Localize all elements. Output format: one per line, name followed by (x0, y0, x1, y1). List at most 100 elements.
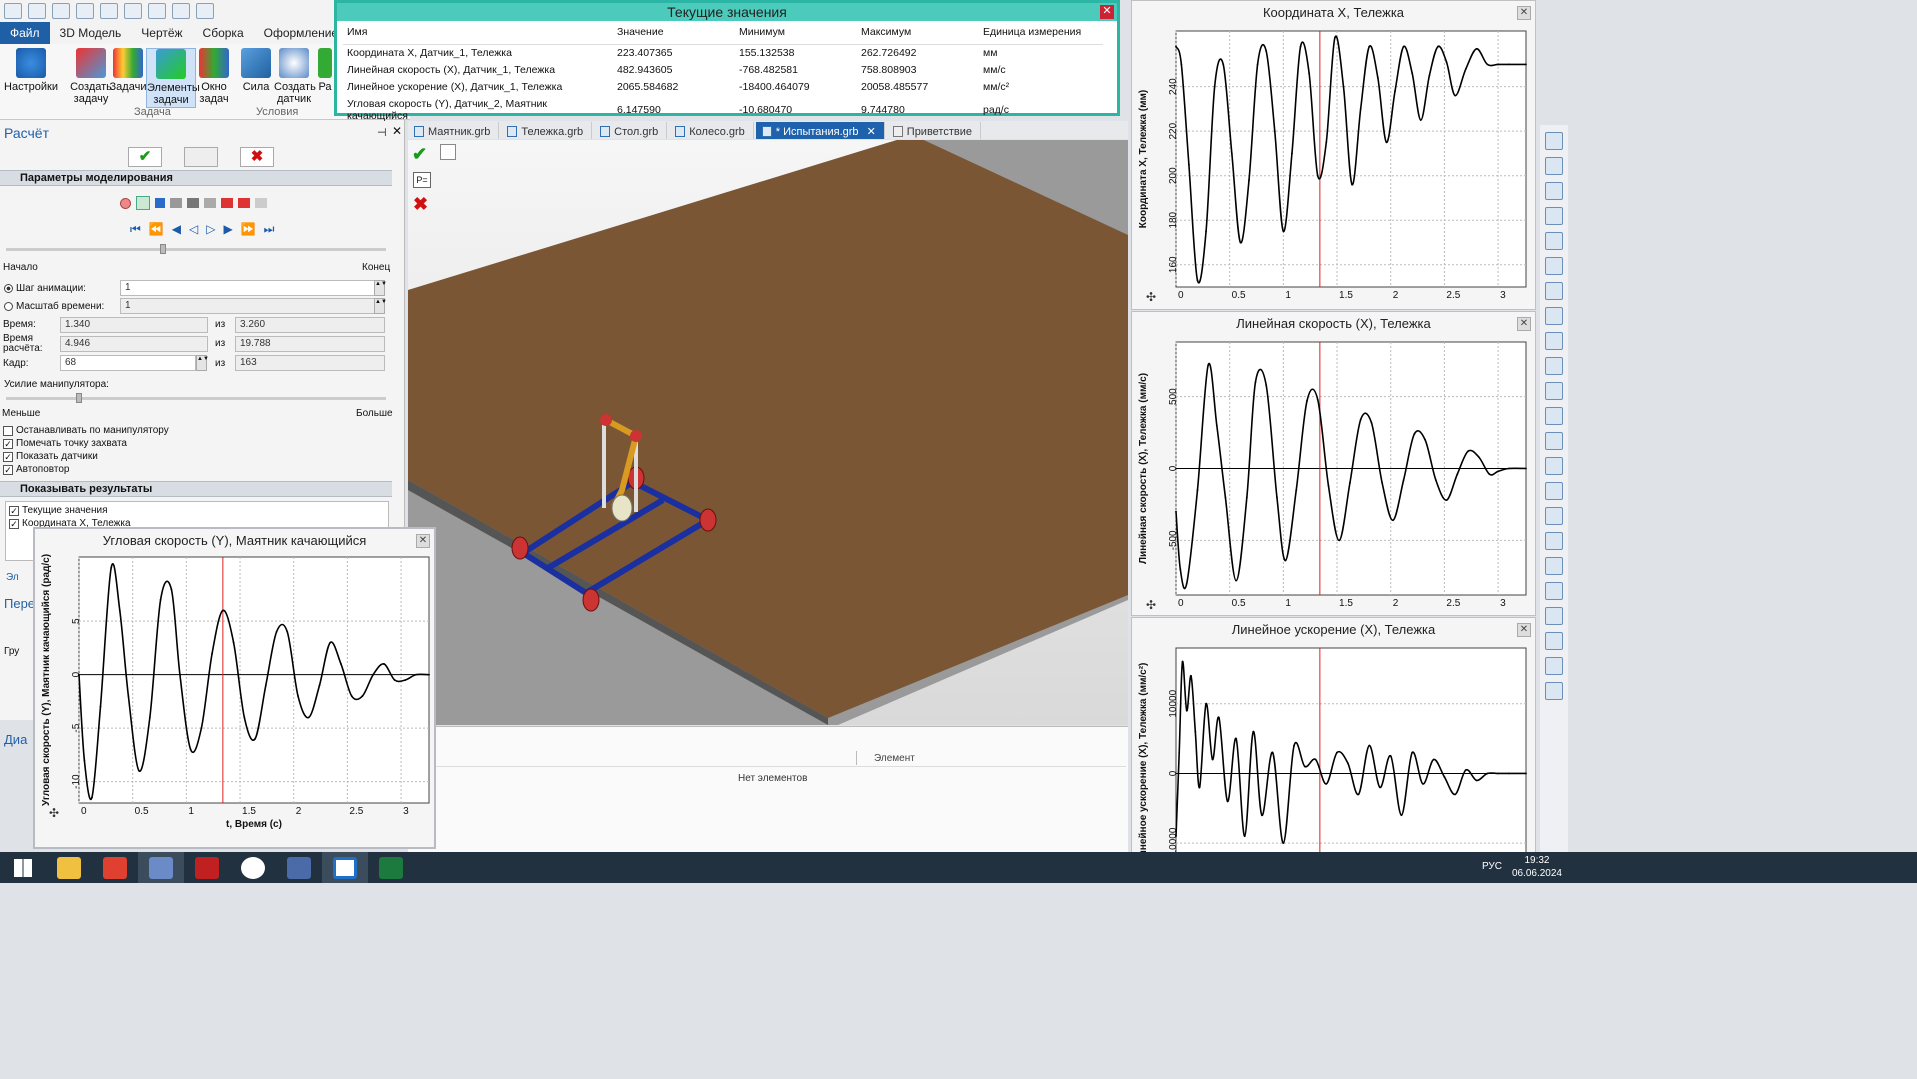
cancel-icon[interactable]: ✖ (413, 194, 428, 215)
frame-spinner[interactable]: ▲▼ (196, 355, 209, 371)
magnet-icon[interactable] (1545, 157, 1563, 175)
snap-icon[interactable] (1545, 182, 1563, 200)
close-icon[interactable]: ✕ (1517, 317, 1531, 331)
result-current-values[interactable]: ✓ Текущие значения (9, 504, 385, 517)
fit-icon[interactable] (1545, 307, 1563, 325)
go-end-icon[interactable] (238, 198, 250, 208)
app-icon[interactable] (4, 3, 22, 19)
opt-show-sensors[interactable]: ✓ Показать датчики (3, 450, 169, 463)
manip-force-slider[interactable] (6, 397, 386, 400)
redo-icon[interactable] (172, 3, 190, 19)
settings-button[interactable]: Настройки (4, 48, 58, 93)
undo-icon[interactable] (148, 3, 166, 19)
clock[interactable]: 19:32 06.06.2024 (1512, 854, 1562, 880)
force-button[interactable]: Сила (238, 48, 274, 93)
close-panel-icon[interactable]: ✕ (392, 124, 402, 138)
rec-icon[interactable] (255, 198, 267, 208)
open-document-icon[interactable] (76, 3, 94, 19)
play-icon[interactable] (136, 196, 150, 210)
first-frame-icon[interactable]: ⏮ (130, 222, 141, 237)
task-elements-button[interactable]: Элементы задачи (146, 48, 200, 108)
light-icon[interactable] (1545, 557, 1563, 575)
film-icon[interactable] (170, 198, 182, 208)
table-row[interactable]: Линейное ускорение (X), Датчик_1, Тележк… (343, 79, 1103, 96)
taskbar-excel[interactable] (368, 852, 414, 883)
save-icon[interactable] (100, 3, 118, 19)
view-icon[interactable] (1545, 132, 1563, 150)
settings-small-icon[interactable] (1545, 682, 1563, 700)
close-icon[interactable]: ✕ (1517, 623, 1531, 637)
doc-tab-wheel[interactable]: Колесо.grb (669, 122, 754, 139)
opt-mark-grab-point[interactable]: ✓ Помечать точку захвата (3, 437, 169, 450)
graph-ang-vel[interactable]: 0 0.5 1 1.5 2 2.5 3 5 0 -5 -10 Угловая скорость (Y)… (35, 553, 435, 848)
frame-input[interactable]: 68 (60, 355, 196, 371)
tab-assembly[interactable]: Сборка (193, 22, 254, 44)
wireframe-icon[interactable] (1545, 507, 1563, 525)
3d-viewport[interactable]: ✔ P= ✖ (408, 140, 1128, 725)
taskbar-explorer[interactable] (46, 852, 92, 883)
taskbar-yandex[interactable] (230, 852, 276, 883)
parameters-icon[interactable]: P= (413, 172, 431, 188)
cube-face-icon[interactable] (1545, 457, 1563, 475)
tasks-button[interactable]: Задачи (106, 48, 150, 93)
last-frame-icon[interactable]: ⏭ (264, 222, 275, 237)
doc-tab-tests[interactable]: * Испытания.grb ✕ (755, 122, 885, 139)
timeline-slider[interactable] (6, 248, 386, 251)
taskbar-app-3[interactable] (138, 852, 184, 883)
camera-view-icon[interactable] (1545, 657, 1563, 675)
camera-icon[interactable] (187, 198, 199, 208)
video-icon[interactable] (204, 198, 216, 208)
task-window-button[interactable]: Окно задач (196, 48, 232, 105)
measure-icon[interactable] (1545, 207, 1563, 225)
section-icon[interactable] (1545, 407, 1563, 425)
graph-coord-x[interactable]: 0 0.5 1 1.5 2 2.5 3 160 180 200 220 240 Координата X… (1132, 25, 1537, 311)
zoom-window-icon[interactable] (1545, 282, 1563, 300)
opt-autorepeat[interactable]: ✓ Автоповтор (3, 463, 169, 476)
close-tab-icon[interactable]: ✕ (867, 125, 876, 138)
go-start-icon[interactable] (221, 198, 233, 208)
section-sim-params[interactable]: Параметры моделирования (0, 170, 392, 186)
doc-tab-table[interactable]: Стол.grb (594, 122, 668, 139)
anim-step-input[interactable]: 1 (120, 280, 376, 296)
anim-step-spinner[interactable]: ▲▼ (374, 280, 387, 296)
zoom-out-icon[interactable] (1545, 357, 1563, 375)
doc-tab-welcome[interactable]: Приветствие (887, 122, 981, 139)
record-icon[interactable] (120, 197, 131, 209)
table-row[interactable]: Координата X, Датчик_1, Тележка 223.40736… (343, 45, 1103, 63)
cancel-button[interactable]: ✖ (240, 147, 274, 167)
taskbar-tflex[interactable] (322, 852, 368, 883)
taskbar-app-6[interactable] (276, 852, 322, 883)
taskbar-app-2[interactable] (92, 852, 138, 883)
graph-lin-vel[interactable]: 0 0.5 1 1.5 2 2.5 35000-500Линейная скорость (… (1132, 336, 1537, 617)
color-icon[interactable] (1545, 607, 1563, 625)
new-document-icon[interactable] (52, 3, 70, 19)
opt-stop-by-manipulator[interactable]: Останавливать по манипулятору (3, 424, 169, 437)
material-icon[interactable] (1545, 582, 1563, 600)
play-forward-icon[interactable]: ▷ (206, 222, 215, 237)
cube-icon[interactable] (1545, 432, 1563, 450)
time-scale-radio[interactable]: Масштаб времени: (4, 300, 104, 313)
doc-tab-cart[interactable]: Тележка.grb (501, 122, 593, 139)
export-icon[interactable] (1545, 632, 1563, 650)
close-icon[interactable]: ✕ (416, 534, 430, 548)
menu-icon[interactable] (28, 3, 46, 19)
calc-button[interactable]: Ра (316, 48, 334, 93)
zoom-selection-icon[interactable] (1545, 382, 1563, 400)
tab-file[interactable]: Файл (0, 22, 50, 44)
pin-icon[interactable]: ⊣ (377, 126, 387, 139)
close-icon[interactable]: ✕ (1517, 6, 1531, 20)
tab-drawing[interactable]: Чертёж (131, 22, 192, 44)
ok-button[interactable]: ✔ (128, 147, 162, 167)
section-show-results[interactable]: Показывать результаты (0, 481, 392, 497)
start-button[interactable] (0, 852, 46, 883)
zoom-icon[interactable] (1545, 257, 1563, 275)
anim-step-radio[interactable]: Шаг анимации: (4, 282, 86, 295)
fast-forward-icon[interactable]: ⏩ (241, 222, 256, 237)
properties-icon[interactable] (196, 3, 214, 19)
create-sensor-button[interactable]: Создать датчик (274, 48, 316, 105)
language-indicator[interactable]: РУС (1482, 861, 1502, 872)
preview-button[interactable] (184, 147, 218, 167)
graph-icon[interactable] (440, 144, 456, 160)
zoom-in-icon[interactable] (1545, 332, 1563, 350)
table-row[interactable]: Линейная скорость (X), Датчик_1, Тележка… (343, 62, 1103, 79)
